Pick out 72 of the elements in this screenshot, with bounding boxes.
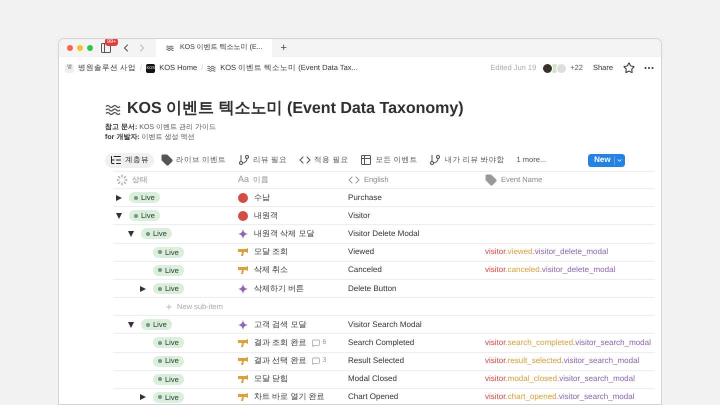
- row-name: 차트 바로 열기 완료: [254, 391, 325, 404]
- list-tree-icon: [110, 154, 122, 166]
- new-tab-button[interactable]: +: [280, 40, 287, 56]
- avatar: [556, 62, 568, 74]
- megaphone-icon: [238, 356, 248, 366]
- wave-icon: [166, 45, 174, 51]
- expand-toggle[interactable]: [116, 194, 122, 201]
- megaphone-icon: [238, 247, 248, 258]
- plus-icon: [165, 302, 173, 311]
- chevron-down-icon: [614, 156, 623, 164]
- english-cell-text: Visitor: [348, 210, 372, 222]
- triangle-icon: [128, 230, 134, 237]
- megaphone-icon: [238, 265, 248, 276]
- close-icon[interactable]: [67, 45, 73, 51]
- code-icon: [348, 174, 360, 186]
- english-cell-text: Canceled: [348, 264, 383, 276]
- row-name: 결과 선택 완료: [254, 355, 306, 368]
- expand-toggle[interactable]: [140, 394, 146, 400]
- row-name: 모달 조회: [254, 246, 288, 258]
- tag-icon: [161, 154, 173, 166]
- megaphone-icon: [238, 374, 248, 384]
- branch-icon: [429, 154, 442, 166]
- tag-icon: [485, 174, 497, 186]
- event-name: visitor.viewed.visitor_delete_modal: [485, 247, 608, 256]
- star-icon[interactable]: [623, 62, 635, 74]
- row-name: 삭제 취소: [254, 264, 288, 276]
- english-cell-text: Visitor Delete Modal: [348, 228, 420, 240]
- status-icon: [116, 174, 128, 186]
- english-cell-text: Result Selected: [348, 355, 406, 368]
- english-cell-text: Modal Closed: [348, 373, 398, 386]
- text-type-icon: Aa: [238, 173, 250, 187]
- table-icon: [360, 154, 372, 166]
- row-name: 고객 검색 모달: [254, 318, 306, 331]
- row-name: 내원객 삭제 모달: [254, 228, 314, 240]
- english-cell-text: Delete Button: [348, 282, 398, 295]
- event-name: visitor.modal_closed.visitor_search_modal: [485, 374, 635, 384]
- diamond-icon: [238, 320, 248, 330]
- page-title: KOS 이벤트 텍소노미 (Event Data Taxonomy): [127, 99, 464, 119]
- event-name: visitor.result_selected.visitor_search_modal: [485, 356, 640, 366]
- english-cell-text: Visitor Search Modal: [348, 318, 423, 331]
- english-cell-text: Search Completed: [348, 336, 416, 349]
- event-name: visitor.chart_opened.visitor_search_modal: [485, 392, 634, 402]
- row-name: 내원객: [254, 210, 278, 222]
- expand-toggle[interactable]: [128, 322, 134, 328]
- event-name: visitor.canceled.visitor_delete_modal: [485, 265, 616, 274]
- triangle-icon: [140, 394, 146, 400]
- expand-toggle[interactable]: [128, 230, 134, 237]
- english-cell-text: Viewed: [348, 246, 376, 258]
- triangle-icon: [128, 322, 134, 328]
- triangle-icon: [140, 286, 146, 292]
- row-name: 삭제하기 버튼: [254, 282, 304, 295]
- branch-icon: [238, 154, 250, 166]
- english-cell-text: Chart Opened: [348, 391, 400, 404]
- diamond-icon: [238, 284, 248, 294]
- wave-icon: [105, 102, 121, 116]
- row-name: 수납: [254, 192, 270, 204]
- sidebar-icon[interactable]: [100, 42, 112, 54]
- english-cell-text: Purchase: [348, 192, 383, 204]
- triangle-icon: [116, 194, 122, 201]
- expand-toggle[interactable]: [116, 212, 122, 219]
- triangle-icon: [116, 212, 122, 219]
- expand-toggle[interactable]: [140, 286, 146, 292]
- row-name: 결과 조회 완료: [254, 336, 306, 349]
- event-name: visitor.search_completed.visitor_search_modal: [485, 338, 651, 347]
- avatar: [542, 62, 554, 74]
- new-button[interactable]: New: [588, 154, 625, 166]
- code-icon: [299, 154, 312, 166]
- megaphone-icon: [238, 338, 248, 348]
- wave-icon: [207, 64, 216, 72]
- diamond-icon: [238, 228, 248, 239]
- row-name: 모달 닫힘: [254, 373, 288, 386]
- megaphone-icon: [238, 392, 248, 402]
